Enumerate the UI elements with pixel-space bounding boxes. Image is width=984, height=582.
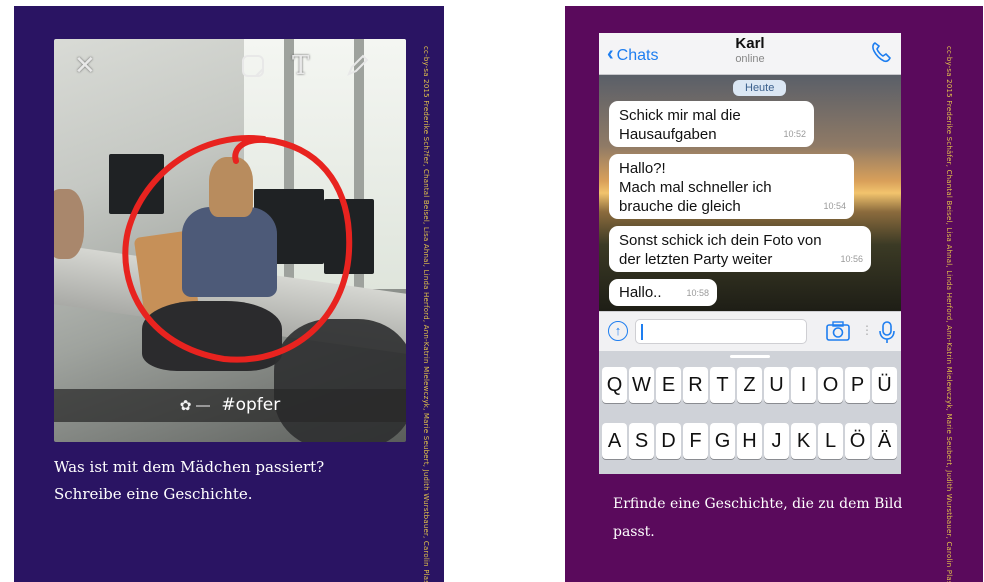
camera-icon[interactable] (825, 320, 851, 346)
key-g[interactable]: G (710, 423, 735, 459)
snapchat-toolbar: ✕ T (54, 39, 406, 89)
key-k[interactable]: K (791, 423, 816, 459)
date-pill: Heute (733, 80, 787, 96)
message-line: Schick mir mal die (619, 107, 741, 124)
key-t[interactable]: T (710, 367, 735, 403)
key-r[interactable]: R (683, 367, 708, 403)
text-icon[interactable]: T (292, 53, 309, 79)
message-bubble[interactable]: Hallo?! Mach mal schneller ich brauche d… (609, 154, 854, 219)
snapchat-photo: ✕ T ✿ ― #opfer (54, 39, 406, 442)
key-s[interactable]: S (629, 423, 654, 459)
key-i[interactable]: I (791, 367, 816, 403)
right-question-line-2: passt. (613, 524, 655, 540)
key-j[interactable]: J (764, 423, 789, 459)
key-o[interactable]: O (818, 367, 843, 403)
keyboard: Q W E R T Z U I O P Ü A S D F G H J K L (599, 351, 901, 474)
chat-nav-bar: ‹ Chats Karl online (599, 33, 901, 75)
key-e[interactable]: E (656, 367, 681, 403)
worksheet-page: ✕ T ✿ ― #opfer Was ist mit dem Mädchen p… (0, 0, 984, 582)
red-circle-drawing (122, 135, 353, 363)
message-line: Sonst schick ich dein Foto von (619, 232, 822, 249)
contact-name[interactable]: Karl (599, 35, 901, 52)
key-ae[interactable]: Ä (872, 423, 897, 459)
message-line: der letzten Party weiter (619, 251, 773, 268)
message-time: 10:54 (823, 201, 846, 211)
upload-button[interactable]: ↑ (608, 321, 628, 341)
message-line: brauche die gleich (619, 198, 741, 215)
key-h[interactable]: H (737, 423, 762, 459)
right-card: ‹ Chats Karl online Heute Schick mir mal … (565, 6, 983, 582)
microphone-icon[interactable] (879, 320, 895, 348)
key-ue[interactable]: Ü (872, 367, 897, 403)
key-p[interactable]: P (845, 367, 870, 403)
key-z[interactable]: Z (737, 367, 762, 403)
contact-status: online (735, 53, 765, 65)
message-line: Hallo?! (619, 160, 666, 177)
left-card: ✕ T ✿ ― #opfer Was ist mit dem Mädchen p… (14, 6, 444, 582)
message-bubble[interactable]: Hallo.. 10:58 (609, 279, 717, 306)
sticker-icon[interactable] (240, 53, 266, 84)
key-q[interactable]: Q (602, 367, 627, 403)
close-icon[interactable]: ✕ (74, 53, 96, 79)
caption-emoji: ✿ ― (179, 398, 210, 414)
left-question-line-2: Schreibe eine Geschichte. (54, 485, 253, 503)
whatsapp-screen: ‹ Chats Karl online Heute Schick mir mal … (599, 33, 901, 474)
message-time: 10:52 (783, 129, 806, 139)
message-time: 10:58 (686, 288, 709, 298)
key-f[interactable]: F (683, 423, 708, 459)
key-a[interactable]: A (602, 423, 627, 459)
caption-text: #opfer (221, 395, 281, 415)
person-figure (54, 189, 84, 259)
message-input-bar: ↑ ⋮ (599, 311, 901, 351)
left-question-line-1: Was ist mit dem Mädchen passiert? (54, 458, 325, 476)
separator-dots: ⋮ (861, 323, 873, 337)
message-time: 10:56 (840, 254, 863, 264)
pencil-icon[interactable] (344, 53, 370, 84)
message-bubble[interactable]: Sonst schick ich dein Foto von der letzt… (609, 226, 871, 272)
message-line: Mach mal schneller ich (619, 179, 772, 196)
right-question-line-1: Erfinde eine Geschichte, die zu dem Bild (613, 496, 903, 512)
message-input[interactable] (635, 319, 807, 344)
key-d[interactable]: D (656, 423, 681, 459)
key-w[interactable]: W (629, 367, 654, 403)
key-l[interactable]: L (818, 423, 843, 459)
key-u[interactable]: U (764, 367, 789, 403)
key-oe[interactable]: Ö (845, 423, 870, 459)
text-cursor (641, 324, 643, 340)
phone-icon[interactable] (871, 41, 891, 67)
credits-text: cc-by-sa 2015 Frederike Sch?fer, Chantal… (422, 46, 430, 582)
message-bubble[interactable]: Schick mir mal die Hausaufgaben 10:52 (609, 101, 814, 147)
snap-caption: ✿ ― #opfer (54, 395, 406, 415)
message-line: Hausaufgaben (619, 126, 717, 143)
keyboard-handle (730, 355, 770, 358)
credits-text: cc-by-sa 2015 Frederike Schäfer, Chantal… (945, 46, 953, 582)
